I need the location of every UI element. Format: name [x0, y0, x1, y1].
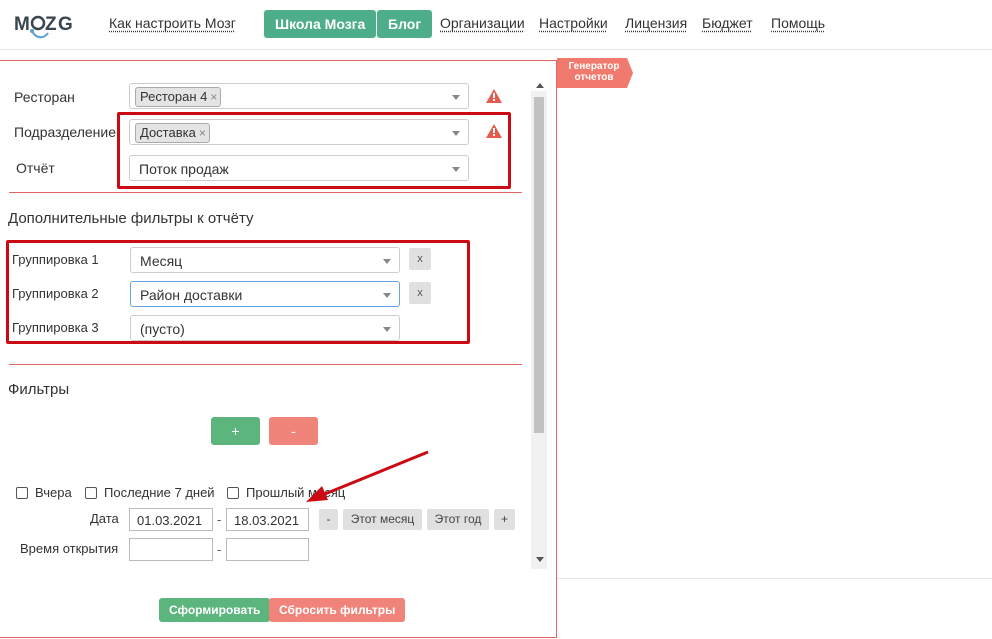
highlight-box-division-report: [117, 112, 511, 189]
section-divider: [9, 192, 522, 193]
nav-school-button[interactable]: Школа Мозга: [264, 10, 377, 38]
nav-help[interactable]: Помощь: [771, 15, 825, 31]
checkbox-label: Вчера: [35, 485, 72, 500]
restaurant-tag: Ресторан 4 ×: [135, 87, 222, 107]
svg-text:Z: Z: [45, 14, 57, 35]
scroll-up-icon[interactable]: [536, 83, 544, 88]
section-divider: [9, 364, 522, 365]
panel-scroll-area[interactable]: Ресторан Ресторан 4 × Подразделение Доста…: [0, 61, 546, 568]
badge-line-1: Генератор: [568, 61, 620, 72]
scroll-down-icon[interactable]: [536, 557, 544, 562]
warning-icon: [486, 89, 502, 103]
restaurant-tag-text: Ресторан 4: [140, 89, 208, 104]
date-label: Дата: [90, 511, 119, 526]
scrollbar-thumb[interactable]: [534, 97, 544, 433]
this-month-button[interactable]: Этот месяц: [343, 509, 422, 530]
this-year-button[interactable]: Этот год: [427, 509, 489, 530]
date-next-button[interactable]: +: [494, 509, 515, 530]
nav-budget[interactable]: Бюджет: [702, 15, 753, 31]
checkbox-box[interactable]: [16, 486, 28, 499]
date-separator: -: [217, 512, 222, 527]
extra-filters-title: Дополнительные фильтры к отчёту: [8, 210, 254, 227]
top-navbar: M Z G Как настроить Мозг Школа Мозга Бло…: [0, 0, 992, 50]
highlight-box-groupings: [6, 240, 470, 344]
right-divider: [557, 578, 992, 579]
chevron-down-icon: [452, 95, 460, 100]
svg-text:G: G: [58, 14, 73, 35]
filters-title: Фильтры: [8, 381, 70, 398]
nav-settings[interactable]: Настройки: [539, 15, 608, 31]
checkbox-last-7-days[interactable]: Последние 7 дней: [85, 485, 215, 500]
generate-report-button[interactable]: Сформировать: [159, 598, 271, 622]
nav-license[interactable]: Лицензия: [625, 15, 687, 31]
nav-blog-button[interactable]: Блог: [377, 10, 433, 38]
panel-scrollbar[interactable]: [531, 91, 547, 569]
open-time-label: Время открытия: [20, 541, 119, 556]
checkbox-box[interactable]: [227, 486, 239, 499]
date-from-input[interactable]: 01.03.2021: [129, 508, 213, 531]
checkbox-yesterday[interactable]: Вчера: [16, 485, 72, 500]
open-time-separator: -: [217, 542, 222, 557]
reset-filters-button[interactable]: Сбросить фильтры: [269, 598, 406, 622]
add-filter-button[interactable]: +: [211, 417, 260, 445]
checkbox-box[interactable]: [85, 486, 97, 499]
annotation-arrow-icon: [306, 450, 429, 502]
report-generator-badge[interactable]: Генератор отчетов: [557, 58, 633, 89]
restaurant-label: Ресторан: [14, 89, 75, 105]
division-label: Подразделение: [14, 124, 117, 140]
open-time-from-input[interactable]: [129, 538, 213, 561]
mozg-logo[interactable]: M Z G: [14, 9, 76, 41]
report-label: Отчёт: [16, 160, 55, 176]
remove-filter-button[interactable]: -: [269, 417, 318, 445]
checkbox-label: Последние 7 дней: [104, 485, 215, 500]
date-to-input[interactable]: 18.03.2021: [226, 508, 309, 531]
nav-organizations[interactable]: Организации: [440, 15, 525, 31]
date-from-value: 01.03.2021: [137, 513, 203, 528]
nav-how-to-setup[interactable]: Как настроить Мозг: [109, 15, 236, 31]
restaurant-select[interactable]: Ресторан 4 ×: [129, 83, 469, 109]
date-to-value: 18.03.2021: [234, 513, 300, 528]
report-settings-panel: Ресторан Ресторан 4 × Подразделение Доста…: [0, 60, 557, 638]
date-prev-button[interactable]: -: [319, 509, 338, 530]
svg-text:M: M: [14, 14, 31, 35]
open-time-to-input[interactable]: [226, 538, 309, 561]
remove-tag-icon[interactable]: ×: [210, 90, 217, 104]
badge-line-2: отчетов: [574, 72, 614, 83]
